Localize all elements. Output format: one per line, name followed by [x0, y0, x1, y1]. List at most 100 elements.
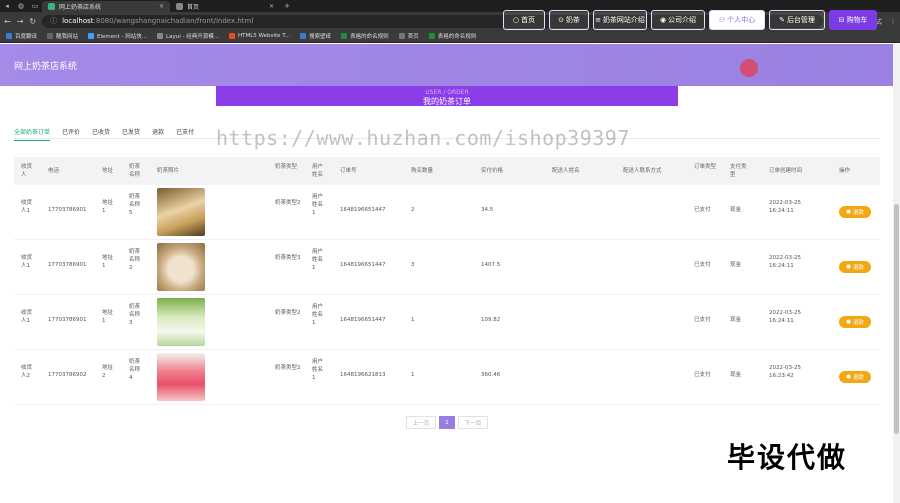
- refund-button[interactable]: ● 退款: [839, 371, 871, 383]
- order-type-cell: 已支付: [694, 207, 711, 213]
- refund-button[interactable]: ● 退款: [839, 261, 871, 273]
- list-icon: ≡: [595, 16, 601, 24]
- bookmark-item[interactable]: 酷我网站: [47, 32, 78, 40]
- col-header: 购买数量: [411, 168, 434, 174]
- created-time-cell: 2022-03-25 16:24:11: [769, 310, 801, 324]
- cursor-highlight: [740, 59, 758, 77]
- browser-tab-home[interactable]: 首页 ✕: [170, 1, 280, 12]
- user-name-cell: 用户姓名1: [312, 304, 324, 326]
- order-no-cell: 1648196651447: [340, 317, 386, 323]
- browser-tab-active[interactable]: 网上奶茶店系统 ✕: [42, 1, 170, 12]
- refund-icon: ●: [846, 209, 851, 215]
- cart-icon: ⊟: [838, 16, 845, 24]
- refund-icon: ●: [846, 374, 851, 380]
- price-cell: 34.5: [481, 207, 494, 213]
- bookmark-item[interactable]: 表格的命名规则: [428, 32, 476, 40]
- col-header: 配送人姓名: [552, 168, 580, 174]
- brand-title[interactable]: 网上奶茶店系统: [14, 59, 77, 72]
- refund-button[interactable]: ● 退款: [839, 316, 871, 328]
- created-time-cell: 2022-03-25 16:23:42: [769, 365, 801, 379]
- price-cell: 360.46: [481, 372, 501, 378]
- page-number-button[interactable]: 1: [439, 416, 455, 429]
- bookmark-item[interactable]: HTML5 Website T...: [228, 33, 290, 39]
- tea-type-cell: 奶茶类型2: [275, 365, 301, 371]
- back-arrow-icon[interactable]: ←: [4, 17, 11, 26]
- col-header: 电话: [48, 168, 60, 174]
- scrollbar-thumb[interactable]: [894, 204, 899, 434]
- window-icon[interactable]: ▭: [28, 2, 42, 10]
- phone-cell: 17703786902: [48, 372, 87, 378]
- reload-icon[interactable]: ↻: [29, 17, 36, 26]
- close-icon[interactable]: ✕: [269, 3, 274, 10]
- user-icon: ⚇: [718, 16, 726, 24]
- prev-page-button[interactable]: 上一页: [406, 416, 436, 429]
- pay-type-cell: 现金: [730, 207, 742, 213]
- created-time-cell: 2022-03-25 16:24:11: [769, 200, 801, 214]
- bookmark-item[interactable]: 表格的命名规则: [341, 32, 389, 40]
- nav-site-intro-button[interactable]: ≡ 奶茶网站介绍: [593, 10, 647, 30]
- tea-type-cell: 奶茶类型3: [275, 255, 301, 261]
- nav-company-button[interactable]: ◉ 公司介绍: [651, 10, 705, 30]
- phone-cell: 17703786901: [48, 262, 87, 268]
- page-scrollbar[interactable]: [893, 44, 900, 503]
- address-cell: 地址1: [102, 310, 114, 324]
- nav-profile-button[interactable]: ⚇ 个人中心: [709, 10, 765, 30]
- order-type-cell: 已支付: [694, 372, 711, 378]
- col-header: 奶茶类型: [275, 164, 298, 170]
- col-header: 奶茶照片: [157, 168, 180, 174]
- user-name-cell: 用户姓名1: [312, 359, 324, 381]
- table-row: 收货人1 17703786901 地址1 奶茶名称5 奶茶类型2 用户姓名1 1…: [14, 185, 880, 240]
- address-cell: 地址1: [102, 255, 114, 269]
- order-no-cell: 1648196651447: [340, 262, 386, 268]
- tea-name-cell: 奶茶名称3: [129, 304, 141, 326]
- page-icon: [176, 3, 183, 10]
- info-icon: ⓘ: [50, 17, 58, 25]
- bookmark-item[interactable]: 首页: [398, 32, 419, 40]
- qty-cell: 3: [411, 262, 415, 268]
- table-row: 收货人2 17703786902 地址2 奶茶名称4 奶茶类型2 用户姓名1 1…: [14, 350, 880, 405]
- order-no-cell: 1648196651447: [340, 207, 386, 213]
- receiver-cell: 收货人2: [21, 365, 33, 379]
- price-cell: 109.82: [481, 317, 501, 323]
- pagination: 上一页 1 下一页: [406, 416, 488, 429]
- tea-photo: [157, 188, 205, 236]
- home-icon: ○: [512, 16, 520, 24]
- table-row: 收货人1 17703786901 地址1 奶茶名称2 奶茶类型3 用户姓名1 1…: [14, 240, 880, 295]
- pay-type-cell: 现金: [730, 317, 742, 323]
- nav-tea-button[interactable]: ⊙ 奶茶: [549, 10, 589, 30]
- col-header: 奶茶名称: [129, 164, 141, 178]
- bookmark-item[interactable]: Element - 网站快...: [88, 32, 147, 40]
- refund-button[interactable]: ● 退款: [839, 206, 871, 218]
- receiver-cell: 收货人1: [21, 200, 33, 214]
- bookmark-item[interactable]: 百度翻译: [6, 32, 37, 40]
- menu-icon[interactable]: ⋮: [890, 18, 896, 25]
- bookmark-item[interactable]: 搜索壁纸: [300, 32, 331, 40]
- new-tab-button[interactable]: +: [280, 2, 294, 10]
- nav-home-button[interactable]: ○ 首页: [503, 10, 545, 30]
- col-header: 支付类型: [730, 164, 747, 178]
- main-nav: ○ 首页 ⊙ 奶茶 ≡ 奶茶网站介绍 ◉ 公司介绍 ⚇ 个人中心 ✎ 后台管理 ⊟ 购物车: [503, 10, 877, 30]
- col-header: 地址: [102, 168, 114, 174]
- bookmark-item[interactable]: Layui - 经典开源模...: [157, 32, 219, 40]
- nav-cart-button[interactable]: ⊟ 购物车: [829, 10, 877, 30]
- col-header: 订单类型: [694, 164, 717, 170]
- globe-icon[interactable]: ◍: [14, 2, 28, 10]
- forward-arrow-icon[interactable]: →: [17, 17, 24, 26]
- tea-type-cell: 奶茶类型2: [275, 200, 301, 206]
- phone-cell: 17703786901: [48, 207, 87, 213]
- banner-subtitle: USER / ORDER: [425, 89, 469, 96]
- order-type-cell: 已支付: [694, 317, 711, 323]
- address-cell: 地址1: [102, 200, 114, 214]
- nav-admin-button[interactable]: ✎ 后台管理: [769, 10, 825, 30]
- receiver-cell: 收货人1: [21, 255, 33, 269]
- close-icon[interactable]: ✕: [159, 3, 164, 10]
- back-icon[interactable]: ◂: [0, 2, 14, 10]
- next-page-button[interactable]: 下一页: [458, 416, 488, 429]
- user-name-cell: 用户姓名1: [312, 194, 324, 216]
- tea-photo: [157, 298, 205, 346]
- edit-icon: ✎: [779, 16, 785, 24]
- col-header: 订单号: [340, 168, 357, 174]
- pay-type-cell: 现金: [730, 372, 742, 378]
- address-cell: 地址2: [102, 365, 114, 379]
- tea-name-cell: 奶茶名称5: [129, 194, 141, 216]
